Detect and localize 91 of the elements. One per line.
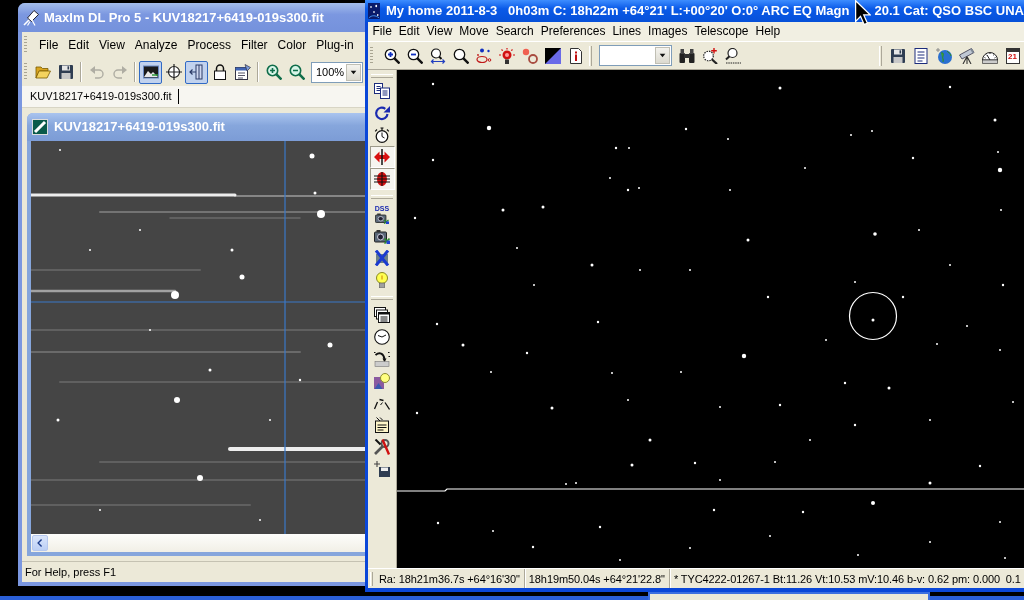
window-title: KUV18217+6419-019s300.fit bbox=[54, 119, 225, 135]
lightbulb-icon bbox=[374, 272, 390, 288]
notepad-icon bbox=[374, 417, 390, 433]
status-text: Ra: 18h21m36.7s +64°16'30" bbox=[375, 569, 525, 588]
menu-item[interactable]: File bbox=[34, 36, 64, 54]
wrench-icon bbox=[374, 439, 390, 455]
camera-icon bbox=[375, 211, 389, 224]
dropdown-button[interactable] bbox=[346, 63, 361, 81]
menu-item[interactable]: Color bbox=[272, 36, 312, 54]
undo-icon bbox=[88, 64, 105, 80]
rotate-arrow-icon bbox=[374, 105, 390, 121]
padlock-icon bbox=[211, 64, 228, 80]
menu-item[interactable]: Plug-in bbox=[311, 36, 359, 54]
dropdown-button[interactable] bbox=[655, 47, 670, 64]
status-text: 18h19m50.04s +64°21'22.8" bbox=[524, 569, 670, 588]
menu-item[interactable]: Search bbox=[492, 23, 538, 40]
window-title: 20.1 Cat: QSO BSC UNA bbox=[874, 3, 1024, 19]
diagonal-square-icon bbox=[544, 47, 561, 64]
open-folder-icon bbox=[34, 64, 51, 80]
zoom-out-icon bbox=[406, 47, 423, 64]
star-map-icon bbox=[368, 3, 380, 19]
dropdown-arrow-icon bbox=[658, 51, 667, 60]
toolbar-grip[interactable] bbox=[370, 46, 373, 65]
toolbar-grip[interactable] bbox=[24, 63, 27, 81]
mouse-pointer-icon bbox=[855, 0, 872, 26]
toolbar-grip[interactable] bbox=[589, 45, 592, 66]
arc-arrow-icon bbox=[374, 351, 390, 367]
bug-icon bbox=[374, 171, 390, 187]
magnifier-plus-icon bbox=[701, 47, 718, 64]
scroll-left-button[interactable] bbox=[32, 535, 48, 551]
telescope-icon bbox=[958, 47, 975, 64]
zoom-out-icon bbox=[288, 64, 305, 80]
clock-icon bbox=[374, 329, 390, 345]
telescope-icon bbox=[23, 9, 39, 26]
menu-item[interactable]: Images bbox=[644, 23, 691, 40]
calendar-date: 21 bbox=[1008, 53, 1017, 61]
toolbar-button[interactable] bbox=[369, 168, 395, 190]
menu-item[interactable]: Edit bbox=[63, 36, 95, 54]
menu-item[interactable]: Help bbox=[752, 23, 784, 40]
window-title: MaxIm DL Pro 5 - KUV18217+6419-019s300.fit bbox=[44, 9, 324, 26]
menu-item[interactable]: Process bbox=[182, 36, 236, 54]
globe-icon bbox=[935, 47, 952, 64]
zoom-in-icon bbox=[265, 64, 282, 80]
magnifier-icon bbox=[452, 47, 469, 64]
double-arrow-icon bbox=[374, 149, 390, 165]
zoom-combo[interactable]: 100% bbox=[311, 61, 363, 83]
lamp-icon bbox=[498, 47, 515, 64]
menu-item[interactable]: Edit bbox=[395, 23, 424, 40]
info-document-icon bbox=[567, 47, 584, 64]
dots-ellipse-icon bbox=[475, 47, 492, 64]
zoom-in-icon bbox=[383, 47, 400, 64]
menu-item[interactable]: Preferences bbox=[537, 23, 609, 40]
menu-item[interactable]: Analyze bbox=[129, 36, 183, 54]
magnifier-line-icon bbox=[724, 47, 741, 64]
camera-icon bbox=[374, 228, 390, 244]
horizontal-scrollbar[interactable] bbox=[31, 534, 365, 552]
window-list-icon bbox=[234, 64, 251, 80]
toolbar-grip[interactable] bbox=[879, 45, 882, 66]
picture-icon bbox=[374, 373, 390, 389]
menu-item[interactable]: Telescope bbox=[690, 23, 752, 40]
combo-field[interactable] bbox=[599, 45, 672, 66]
menu-item[interactable]: View bbox=[94, 36, 130, 54]
toolbar-grip[interactable] bbox=[24, 36, 27, 54]
menu-item[interactable]: Lines bbox=[608, 23, 645, 40]
split-panel-icon bbox=[188, 64, 205, 80]
chevron-left-icon bbox=[35, 538, 45, 548]
status-text: For Help, press F1 bbox=[25, 566, 117, 578]
menu-item[interactable]: Move bbox=[455, 23, 493, 40]
menu-item[interactable]: File bbox=[369, 23, 396, 40]
target-circle bbox=[848, 291, 898, 341]
taskbar-button[interactable] bbox=[648, 592, 930, 600]
stopwatch-icon bbox=[374, 127, 390, 143]
dot-ring-icon bbox=[521, 47, 538, 64]
floppy-plus-icon bbox=[374, 461, 390, 477]
document-lines-icon bbox=[912, 47, 929, 64]
toolbar-button[interactable] bbox=[139, 60, 162, 84]
crosshair-icon bbox=[165, 64, 182, 80]
image-document-icon bbox=[32, 119, 48, 135]
crossed-camera-icon bbox=[374, 250, 390, 266]
magnifier-arrows-icon bbox=[429, 47, 446, 64]
window-stack-icon bbox=[374, 307, 390, 323]
status-text: * TYC4222-01267-1 Bt:11.26 Vt:10.53 mV:10.46 b-v: 0.62 pm: 0.000 0.1 bbox=[672, 571, 1022, 587]
menu-item[interactable]: View bbox=[423, 23, 456, 40]
menu-item[interactable]: Filter bbox=[235, 36, 273, 54]
landscape-image-icon bbox=[142, 64, 159, 80]
redo-icon bbox=[111, 64, 128, 80]
copy-pages-icon bbox=[374, 83, 390, 99]
binoculars-icon bbox=[678, 47, 695, 64]
toolbar-button[interactable] bbox=[369, 146, 395, 168]
window-title: My home 2011-8-3 0h03m C: 18h22m +64°21' L:+00°20' O:0° ARC EQ Magn bbox=[385, 3, 850, 19]
toolbar-button[interactable]: 21 bbox=[1001, 44, 1024, 67]
